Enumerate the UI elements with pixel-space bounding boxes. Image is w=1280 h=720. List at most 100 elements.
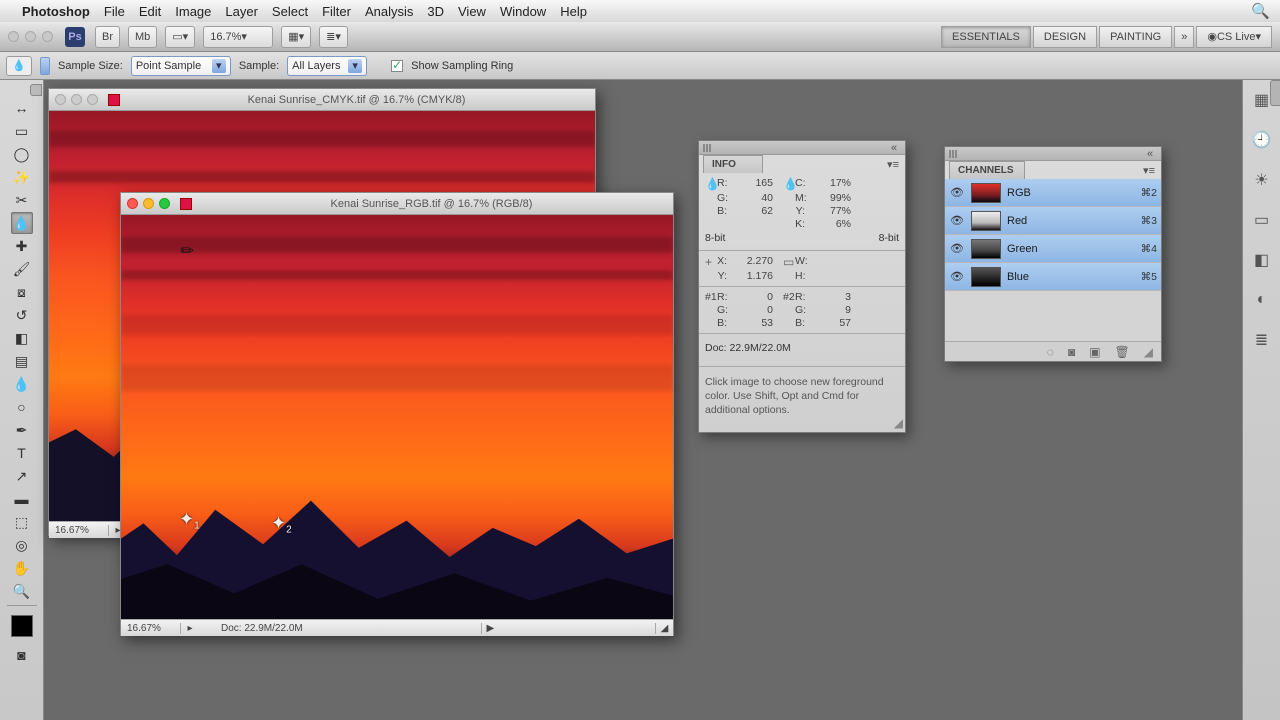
layers-dock-icon[interactable]: ≣ [1252,330,1272,350]
channel-row-rgb[interactable]: 👁RGB⌘2 [945,179,1161,207]
visibility-eye-icon[interactable]: 👁 [949,214,965,227]
dock-handle-1[interactable] [1270,80,1280,106]
cs-live-button[interactable]: ◉ CS Live▾ [1196,26,1272,48]
swatches-dock-icon[interactable]: ▭ [1252,210,1272,230]
bridge-button[interactable]: Br [95,26,120,48]
marquee-tool-icon[interactable]: ▭ [11,120,33,142]
tool-preset-dropdown[interactable] [40,57,50,75]
quickmask-icon[interactable]: ◙ [11,644,33,666]
hand-tool-icon[interactable]: ✋ [11,557,33,579]
menu-file[interactable]: File [104,4,125,19]
menu-select[interactable]: Select [272,4,308,19]
zoom-tool-icon[interactable]: 🔍 [11,580,33,602]
doc-cmyk-zoom[interactable]: 16.67% [49,525,109,536]
channel-delete-icon[interactable]: 🗑 [1115,345,1130,359]
resize-grip-icon[interactable]: ◢ [655,623,673,634]
doc-rgb-titlebar[interactable]: Kenai Sunrise_RGB.tif @ 16.7% (RGB/8) [121,193,673,215]
document-window-rgb[interactable]: Kenai Sunrise_RGB.tif @ 16.7% (RGB/8) ✎ … [120,192,674,636]
gradient-tool-icon[interactable]: ▤ [11,350,33,372]
channels-tab[interactable]: CHANNELS [949,161,1025,179]
spotlight-icon[interactable]: 🔍 [1251,2,1270,20]
channel-row-green[interactable]: 👁Green⌘4 [945,235,1161,263]
type-tool-icon[interactable]: T [11,442,33,464]
color-sampler-2[interactable]: ✦2 [271,513,292,535]
history-brush-icon[interactable]: ↺ [11,304,33,326]
sample-select[interactable]: All Layers▾ [287,56,367,76]
extras-button[interactable]: ≣▾ [319,26,348,48]
camera-tool-icon[interactable]: ◎ [11,534,33,556]
workspace-more[interactable]: » [1174,26,1194,48]
sample-size-select[interactable]: Point Sample▾ [131,56,231,76]
workspace-design[interactable]: DESIGN [1033,26,1097,48]
menu-help[interactable]: Help [560,4,587,19]
menu-layer[interactable]: Layer [225,4,258,19]
show-sampling-ring-checkbox[interactable] [391,60,403,72]
menu-edit[interactable]: Edit [139,4,161,19]
panel-menu-icon[interactable]: ▾≡ [887,158,899,171]
crop-tool-icon[interactable]: ✂ [11,189,33,211]
color-sampler-1[interactable]: ✦1 [179,509,200,531]
visibility-eye-icon[interactable]: 👁 [949,242,965,255]
info-panel[interactable]: « INFO▾≡ 💧R:165 💧C:17% G:40 M:99% B:62 Y… [698,140,906,433]
lasso-tool-icon[interactable]: ◯ [11,143,33,165]
panel-menu-icon[interactable]: ▾≡ [1143,164,1155,177]
doc-rgb-zoom[interactable]: 16.67% [121,623,181,634]
panel-collapse-icon[interactable]: « [887,142,901,154]
eyedropper-tool-icon[interactable]: 💧 [11,212,33,234]
doc-cmyk-titlebar[interactable]: Kenai Sunrise_CMYK.tif @ 16.7% (CMYK/8) [49,89,595,111]
history-dock-icon[interactable]: 🕘 [1252,130,1272,150]
channel-shortcut: ⌘2 [1141,187,1157,199]
minimize-icon[interactable] [143,198,154,209]
pen-tool-icon[interactable]: ✒ [11,419,33,441]
dodge-tool-icon[interactable]: ○ [11,396,33,418]
statusbar-arrow-icon[interactable]: ▸ [181,623,199,634]
menu-image[interactable]: Image [175,4,211,19]
info-w [807,255,851,269]
channel-new-icon[interactable]: ▣ [1089,345,1100,359]
move-tool-icon[interactable]: ↔ [11,97,33,119]
zoom-level-button[interactable]: 16.7% ▾ [203,26,273,48]
visibility-eye-icon[interactable]: 👁 [949,270,965,283]
path-tool-icon[interactable]: ↗ [11,465,33,487]
channels-panel[interactable]: « CHANNELS ▾≡ 👁RGB⌘2👁Red⌘3👁Green⌘4👁Blue⌘5… [944,146,1162,362]
brush-tool-icon[interactable]: 🖌 [11,258,33,280]
tool-preset-eyedropper-icon[interactable]: 💧 [6,56,32,76]
statusbar-play-icon[interactable]: ▶ [481,623,499,634]
menu-3d[interactable]: 3D [427,4,444,19]
panel-collapse-icon[interactable]: « [1143,148,1157,160]
screen-mode-button[interactable]: ▭▾ [165,26,195,48]
adjustments-dock-icon[interactable]: ◐ [1252,290,1272,310]
eraser-tool-icon[interactable]: ◧ [11,327,33,349]
close-icon[interactable] [127,198,138,209]
channel-save-selection-icon[interactable]: ◙ [1068,345,1075,359]
minibridge-button[interactable]: Mb [128,26,157,48]
channel-row-red[interactable]: 👁Red⌘3 [945,207,1161,235]
foreground-color-swatch[interactable] [11,615,33,637]
menu-view[interactable]: View [458,4,486,19]
channel-row-blue[interactable]: 👁Blue⌘5 [945,263,1161,291]
doc-rgb-canvas[interactable]: ✎ ✦1 ✦2 [121,215,673,619]
minibridge-dock-icon[interactable]: ▦ [1252,90,1272,110]
app-name[interactable]: Photoshop [22,4,90,19]
tools-collapse[interactable] [30,84,42,96]
wand-tool-icon[interactable]: ✨ [11,166,33,188]
workspace-essentials[interactable]: ESSENTIALS [941,26,1031,48]
shape-tool-icon[interactable]: ▬ [11,488,33,510]
resize-grip-icon[interactable]: ◢ [894,416,903,430]
visibility-eye-icon[interactable]: 👁 [949,186,965,199]
styles-dock-icon[interactable]: ◧ [1252,250,1272,270]
window-controls[interactable] [8,31,53,42]
stamp-tool-icon[interactable]: ⧇ [11,281,33,303]
workspace-painting[interactable]: PAINTING [1099,26,1172,48]
menu-analysis[interactable]: Analysis [365,4,413,19]
blur-tool-icon[interactable]: 💧 [11,373,33,395]
3d-tool-icon[interactable]: ⬚ [11,511,33,533]
info-tab[interactable]: INFO [703,155,763,173]
healing-tool-icon[interactable]: ✚ [11,235,33,257]
menu-window[interactable]: Window [500,4,546,19]
menu-filter[interactable]: Filter [322,4,351,19]
channel-load-selection-icon[interactable]: ◌ [1047,345,1054,359]
arrange-button[interactable]: ▦▾ [281,26,311,48]
zoom-window-icon[interactable] [159,198,170,209]
color-dock-icon[interactable]: ☀ [1252,170,1272,190]
